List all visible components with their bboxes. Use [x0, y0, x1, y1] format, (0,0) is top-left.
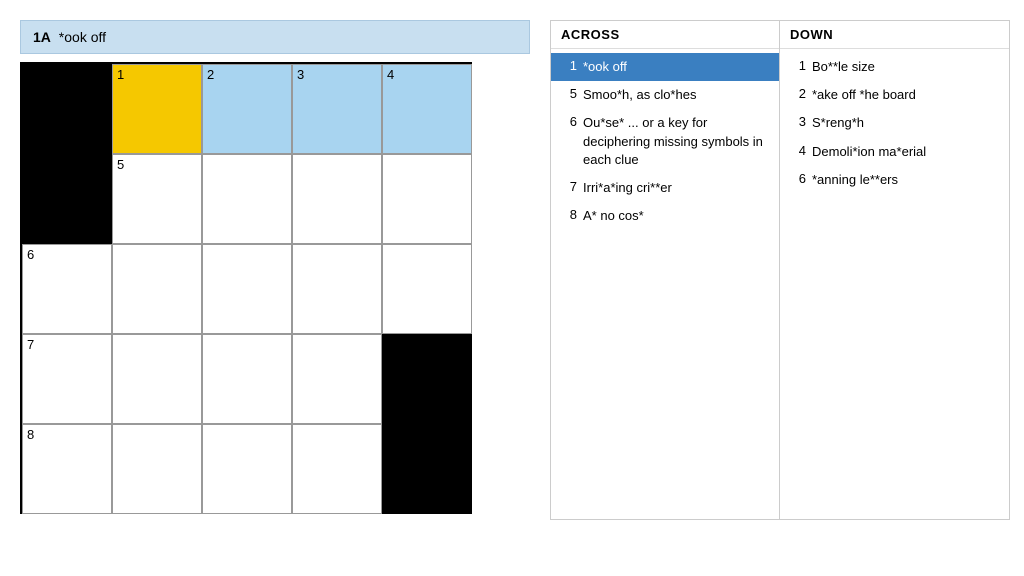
cell-number: 5	[117, 158, 124, 171]
clue-number: 1	[790, 58, 806, 73]
crossword-grid: 1 2 3 4 5 6 7 8	[20, 62, 472, 514]
down-clue-3[interactable]: 3 S*reng*h	[780, 109, 1009, 137]
grid-cell-r0-c0[interactable]	[22, 64, 112, 154]
grid-cell-r3-c3[interactable]	[292, 334, 382, 424]
across-clue-6[interactable]: 6 Ou*se* ... or a key for deciphering mis…	[551, 109, 779, 174]
across-clue-list: 1 *ook off 5 Smoo*h, as clo*hes 6 Ou*se* ... …	[551, 49, 779, 519]
across-clue-7[interactable]: 7 Irri*a*ing cri**er	[551, 174, 779, 202]
grid-cell-r1-c4[interactable]	[382, 154, 472, 244]
clue-number: 6	[790, 171, 806, 186]
grid-cell-r1-c3[interactable]	[292, 154, 382, 244]
clue-text: Smoo*h, as clo*hes	[583, 86, 769, 104]
grid-cell-r3-c0[interactable]: 7	[22, 334, 112, 424]
clue-text: *ook off	[583, 58, 769, 76]
clue-header: 1A *ook off	[20, 20, 530, 54]
clue-header-number: 1A	[33, 29, 51, 45]
clue-number: 1	[561, 58, 577, 73]
clue-number: 4	[790, 143, 806, 158]
down-clue-1[interactable]: 1 Bo**le size	[780, 53, 1009, 81]
cell-number: 4	[387, 68, 394, 81]
down-clue-6[interactable]: 6 *anning le**ers	[780, 166, 1009, 194]
grid-cell-r2-c4[interactable]	[382, 244, 472, 334]
cell-number: 1	[117, 68, 124, 81]
grid-cell-r2-c3[interactable]	[292, 244, 382, 334]
grid-cell-r0-c1[interactable]: 1	[112, 64, 202, 154]
clue-text: *ake off *he board	[812, 86, 999, 104]
grid-cell-r1-c0[interactable]	[22, 154, 112, 244]
clue-text: S*reng*h	[812, 114, 999, 132]
cell-number: 7	[27, 338, 34, 351]
grid-cell-r4-c1[interactable]	[112, 424, 202, 514]
grid-cell-r4-c3[interactable]	[292, 424, 382, 514]
clue-header-text: *ook off	[59, 29, 106, 45]
cell-number: 8	[27, 428, 34, 441]
grid-cell-r1-c2[interactable]	[202, 154, 292, 244]
grid-cell-r2-c2[interactable]	[202, 244, 292, 334]
down-panel: DOWN 1 Bo**le size 2 *ake off *he board 3 S*r…	[780, 20, 1010, 520]
down-header: DOWN	[780, 21, 1009, 49]
clue-number: 7	[561, 179, 577, 194]
clue-number: 5	[561, 86, 577, 101]
grid-cell-r0-c4[interactable]: 4	[382, 64, 472, 154]
clue-text: Demoli*ion ma*erial	[812, 143, 999, 161]
cell-number: 6	[27, 248, 34, 261]
clue-number: 3	[790, 114, 806, 129]
grid-cell-r3-c2[interactable]	[202, 334, 292, 424]
down-clue-2[interactable]: 2 *ake off *he board	[780, 81, 1009, 109]
grid-cell-r4-c4[interactable]	[382, 424, 472, 514]
clue-text: *anning le**ers	[812, 171, 999, 189]
grid-cell-r0-c2[interactable]: 2	[202, 64, 292, 154]
clue-text: A* no cos*	[583, 207, 769, 225]
cell-number: 2	[207, 68, 214, 81]
cell-number: 3	[297, 68, 304, 81]
clue-text: Bo**le size	[812, 58, 999, 76]
grid-cell-r4-c0[interactable]: 8	[22, 424, 112, 514]
across-clue-5[interactable]: 5 Smoo*h, as clo*hes	[551, 81, 779, 109]
grid-cell-r3-c4[interactable]	[382, 334, 472, 424]
clue-number: 8	[561, 207, 577, 222]
down-clue-4[interactable]: 4 Demoli*ion ma*erial	[780, 138, 1009, 166]
grid-cell-r0-c3[interactable]: 3	[292, 64, 382, 154]
clue-text: Ou*se* ... or a key for deciphering miss…	[583, 114, 769, 169]
clue-number: 2	[790, 86, 806, 101]
grid-cell-r4-c2[interactable]	[202, 424, 292, 514]
grid-cell-r1-c1[interactable]: 5	[112, 154, 202, 244]
clue-text: Irri*a*ing cri**er	[583, 179, 769, 197]
across-clue-8[interactable]: 8 A* no cos*	[551, 202, 779, 230]
grid-cell-r3-c1[interactable]	[112, 334, 202, 424]
across-panel: ACROSS 1 *ook off 5 Smoo*h, as clo*hes 6 Ou*s…	[550, 20, 780, 520]
left-panel: 1A *ook off 1 2 3 4 5 6 7 8	[20, 20, 530, 514]
down-clue-list: 1 Bo**le size 2 *ake off *he board 3 S*reng*h…	[780, 49, 1009, 519]
across-header: ACROSS	[551, 21, 779, 49]
clue-number: 6	[561, 114, 577, 129]
clues-panels: ACROSS 1 *ook off 5 Smoo*h, as clo*hes 6 Ou*s…	[550, 20, 1010, 520]
grid-cell-r2-c0[interactable]: 6	[22, 244, 112, 334]
across-clue-1[interactable]: 1 *ook off	[551, 53, 779, 81]
grid-cell-r2-c1[interactable]	[112, 244, 202, 334]
